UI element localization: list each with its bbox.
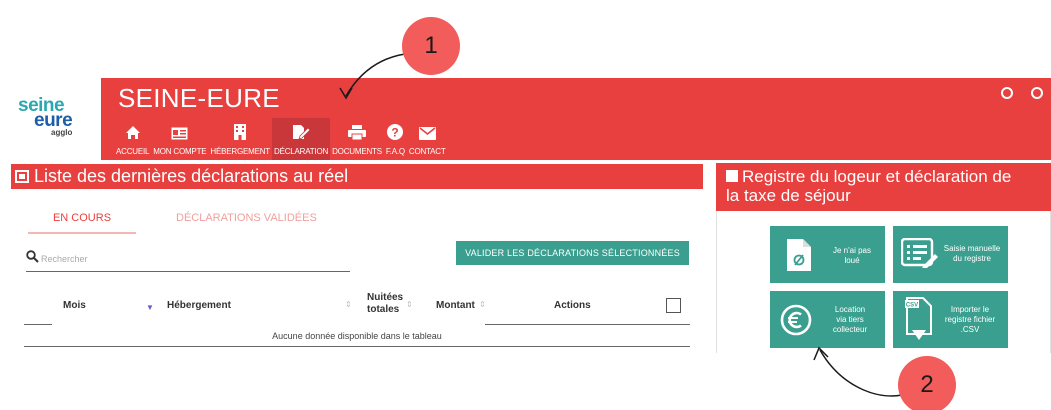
annotation-badge-1: 1: [402, 17, 460, 75]
annotation-badge-2: 2: [898, 356, 956, 410]
annotation-arrows: [339, 53, 903, 397]
